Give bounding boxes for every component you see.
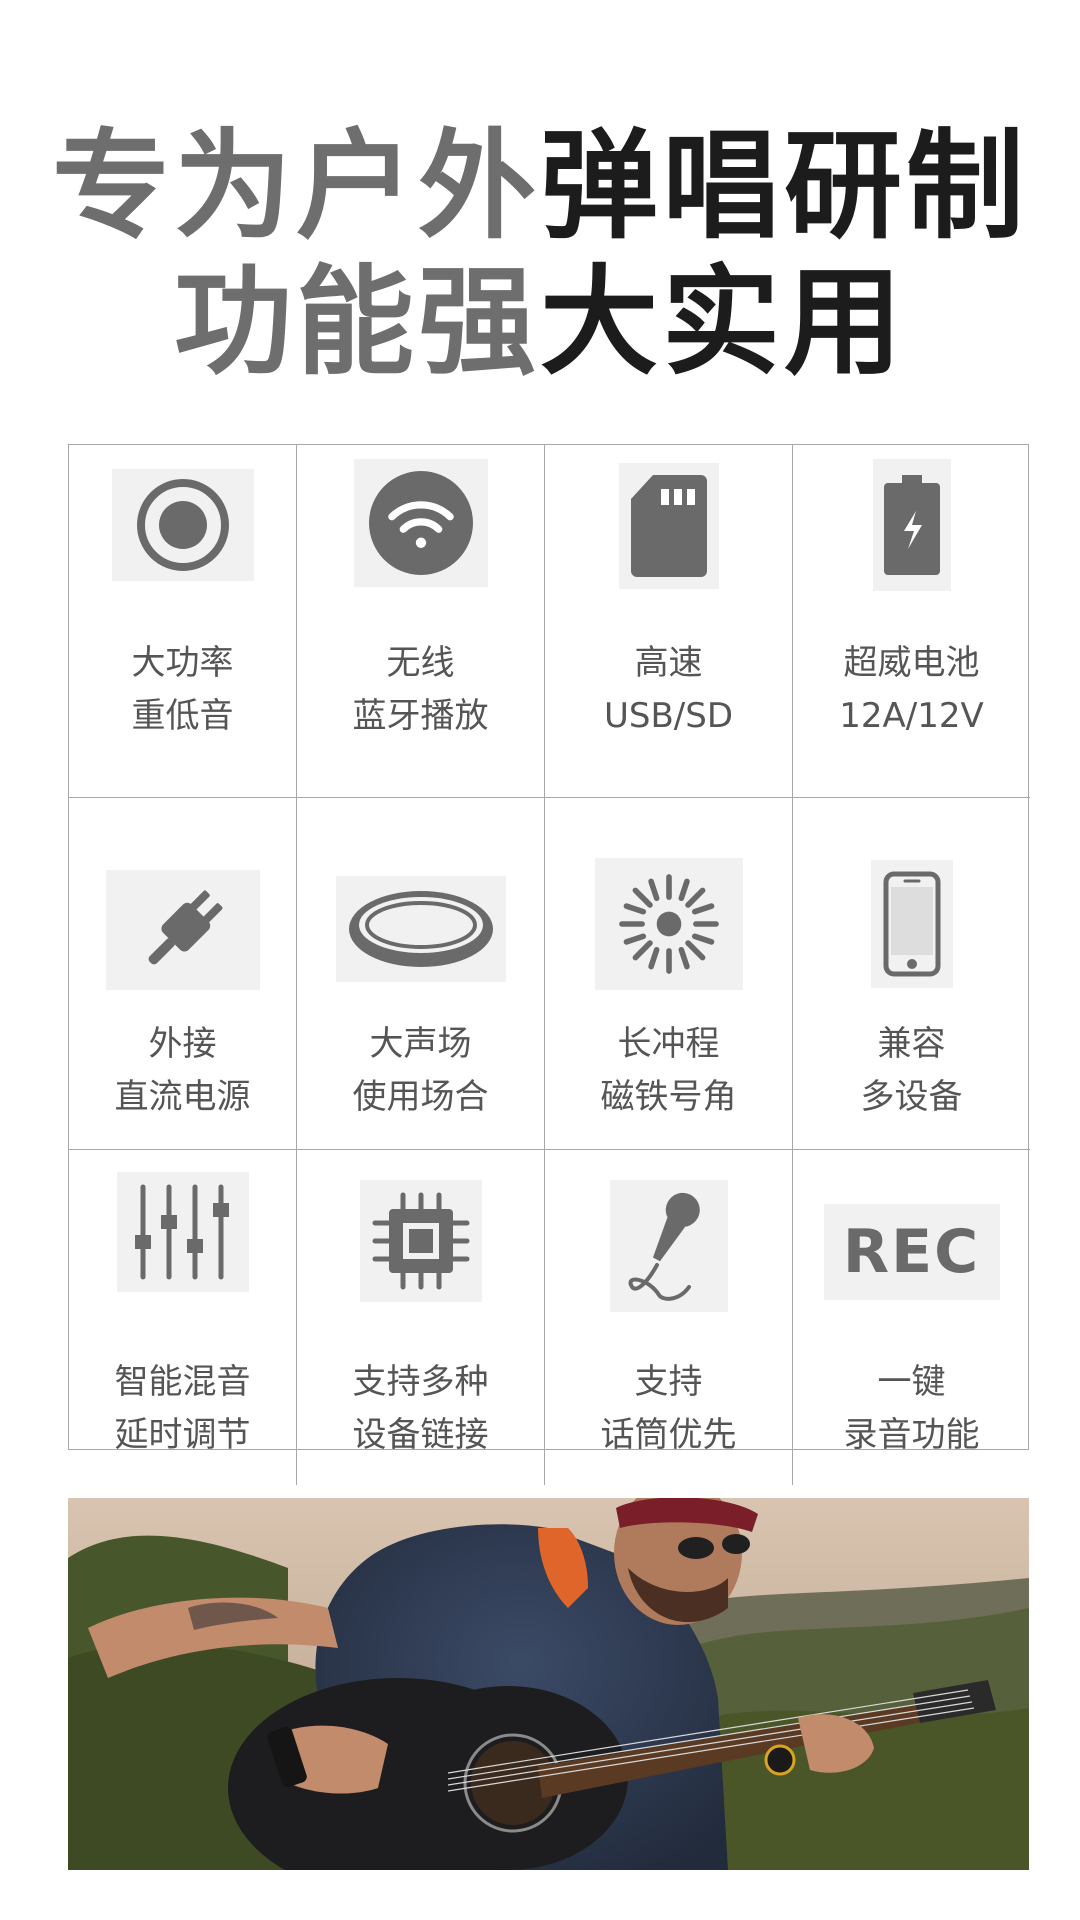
feature-label: 大声场 使用场合 bbox=[297, 1018, 544, 1124]
headline-line-2-grey: 功能强 bbox=[173, 253, 540, 391]
feature-cell: REC 一键 录音功能 bbox=[793, 1150, 1030, 1485]
feature-cell: 超威电池 12A/12V bbox=[793, 445, 1030, 798]
feature-label-line-2: 多设备 bbox=[860, 1077, 963, 1117]
feature-label-line-1: 外接 bbox=[148, 1024, 217, 1064]
feature-label-line-2: 重低音 bbox=[131, 696, 234, 736]
headline-line-2-dark: 大实用 bbox=[540, 253, 907, 391]
feature-cell: 支持多种 设备链接 bbox=[297, 1150, 545, 1485]
feature-label-line-1: 无线 bbox=[386, 643, 455, 683]
feature-cell: 大声场 使用场合 bbox=[297, 798, 545, 1150]
headline-line-1-grey: 专为户外 bbox=[51, 117, 540, 255]
feature-label-line-1: 兼容 bbox=[877, 1024, 946, 1064]
headline: 专为户外弹唱研制 功能强大实用 bbox=[0, 118, 1080, 390]
feature-cell: 长冲程 磁铁号角 bbox=[545, 798, 793, 1150]
feature-label-line-1: 一键 bbox=[877, 1362, 946, 1402]
chip-icon bbox=[359, 1180, 482, 1302]
feature-label-line-2: 磁铁号角 bbox=[600, 1077, 737, 1117]
feature-label: 支持多种 设备链接 bbox=[297, 1356, 544, 1462]
feature-label-line-1: 智能混音 bbox=[114, 1362, 251, 1402]
feature-label: 长冲程 磁铁号角 bbox=[545, 1018, 792, 1124]
feature-label-line-1: 超威电池 bbox=[843, 643, 980, 683]
rec-icon: REC bbox=[823, 1204, 1000, 1300]
record-circle-icon bbox=[111, 469, 254, 581]
feature-label-line-1: 支持 bbox=[634, 1362, 703, 1402]
feature-cell: 兼容 多设备 bbox=[793, 798, 1030, 1150]
microphone-icon bbox=[609, 1180, 728, 1312]
feature-label-line-2: 录音功能 bbox=[843, 1415, 980, 1455]
feature-label: 大功率 重低音 bbox=[69, 637, 296, 743]
headline-line-2: 功能强大实用 bbox=[0, 254, 1080, 390]
sound-field-disc-icon bbox=[335, 876, 506, 982]
sd-card-icon bbox=[618, 463, 719, 589]
feature-label: 兼容 多设备 bbox=[793, 1018, 1030, 1124]
feature-label: 外接 直流电源 bbox=[69, 1018, 296, 1124]
feature-cell: 无线 蓝牙播放 bbox=[297, 445, 545, 798]
feature-label-line-2: 蓝牙播放 bbox=[352, 696, 489, 736]
feature-label-line-2: 使用场合 bbox=[352, 1077, 489, 1117]
sunburst-icon bbox=[594, 858, 743, 990]
feature-cell: 外接 直流电源 bbox=[69, 798, 297, 1150]
power-plug-icon bbox=[105, 870, 260, 990]
battery-icon bbox=[872, 459, 951, 591]
feature-grid: 大功率 重低音 无线 蓝牙播放 高速 USB/SD 超威电池 12A/12V 外… bbox=[68, 444, 1030, 1485]
headline-line-1: 专为户外弹唱研制 bbox=[0, 118, 1080, 254]
feature-label-line-1: 支持多种 bbox=[352, 1362, 489, 1402]
rec-icon-text: REC bbox=[842, 1217, 981, 1287]
feature-label: 智能混音 延时调节 bbox=[69, 1356, 296, 1462]
feature-label-line-1: 大声场 bbox=[369, 1024, 472, 1064]
feature-label-line-1: 高速 bbox=[634, 643, 703, 683]
feature-label-line-1: 长冲程 bbox=[617, 1024, 720, 1064]
feature-label: 一键 录音功能 bbox=[793, 1356, 1030, 1462]
headline-line-1-dark: 弹唱研制 bbox=[540, 117, 1029, 255]
feature-cell: 支持 话筒优先 bbox=[545, 1150, 793, 1485]
feature-label-line-2: 延时调节 bbox=[114, 1415, 251, 1455]
feature-label-line-2: 直流电源 bbox=[114, 1077, 251, 1117]
feature-label-line-2: 设备链接 bbox=[352, 1415, 489, 1455]
feature-label: 超威电池 12A/12V bbox=[793, 637, 1030, 743]
feature-cell: 高速 USB/SD bbox=[545, 445, 793, 798]
feature-label: 无线 蓝牙播放 bbox=[297, 637, 544, 743]
feature-cell: 大功率 重低音 bbox=[69, 445, 297, 798]
feature-label-line-1: 大功率 bbox=[131, 643, 234, 683]
photo-illustration bbox=[68, 1498, 1029, 1870]
wifi-icon bbox=[353, 459, 488, 587]
feature-label: 支持 话筒优先 bbox=[545, 1356, 792, 1462]
feature-label-line-2: 12A/12V bbox=[839, 696, 984, 736]
smartphone-icon bbox=[870, 860, 953, 988]
guitarist-photo bbox=[68, 1498, 1029, 1870]
feature-label-line-2: USB/SD bbox=[603, 696, 733, 736]
feature-label: 高速 USB/SD bbox=[545, 637, 792, 743]
feature-cell: 智能混音 延时调节 bbox=[69, 1150, 297, 1485]
feature-label-line-2: 话筒优先 bbox=[600, 1415, 737, 1455]
mixer-sliders-icon bbox=[116, 1172, 249, 1292]
